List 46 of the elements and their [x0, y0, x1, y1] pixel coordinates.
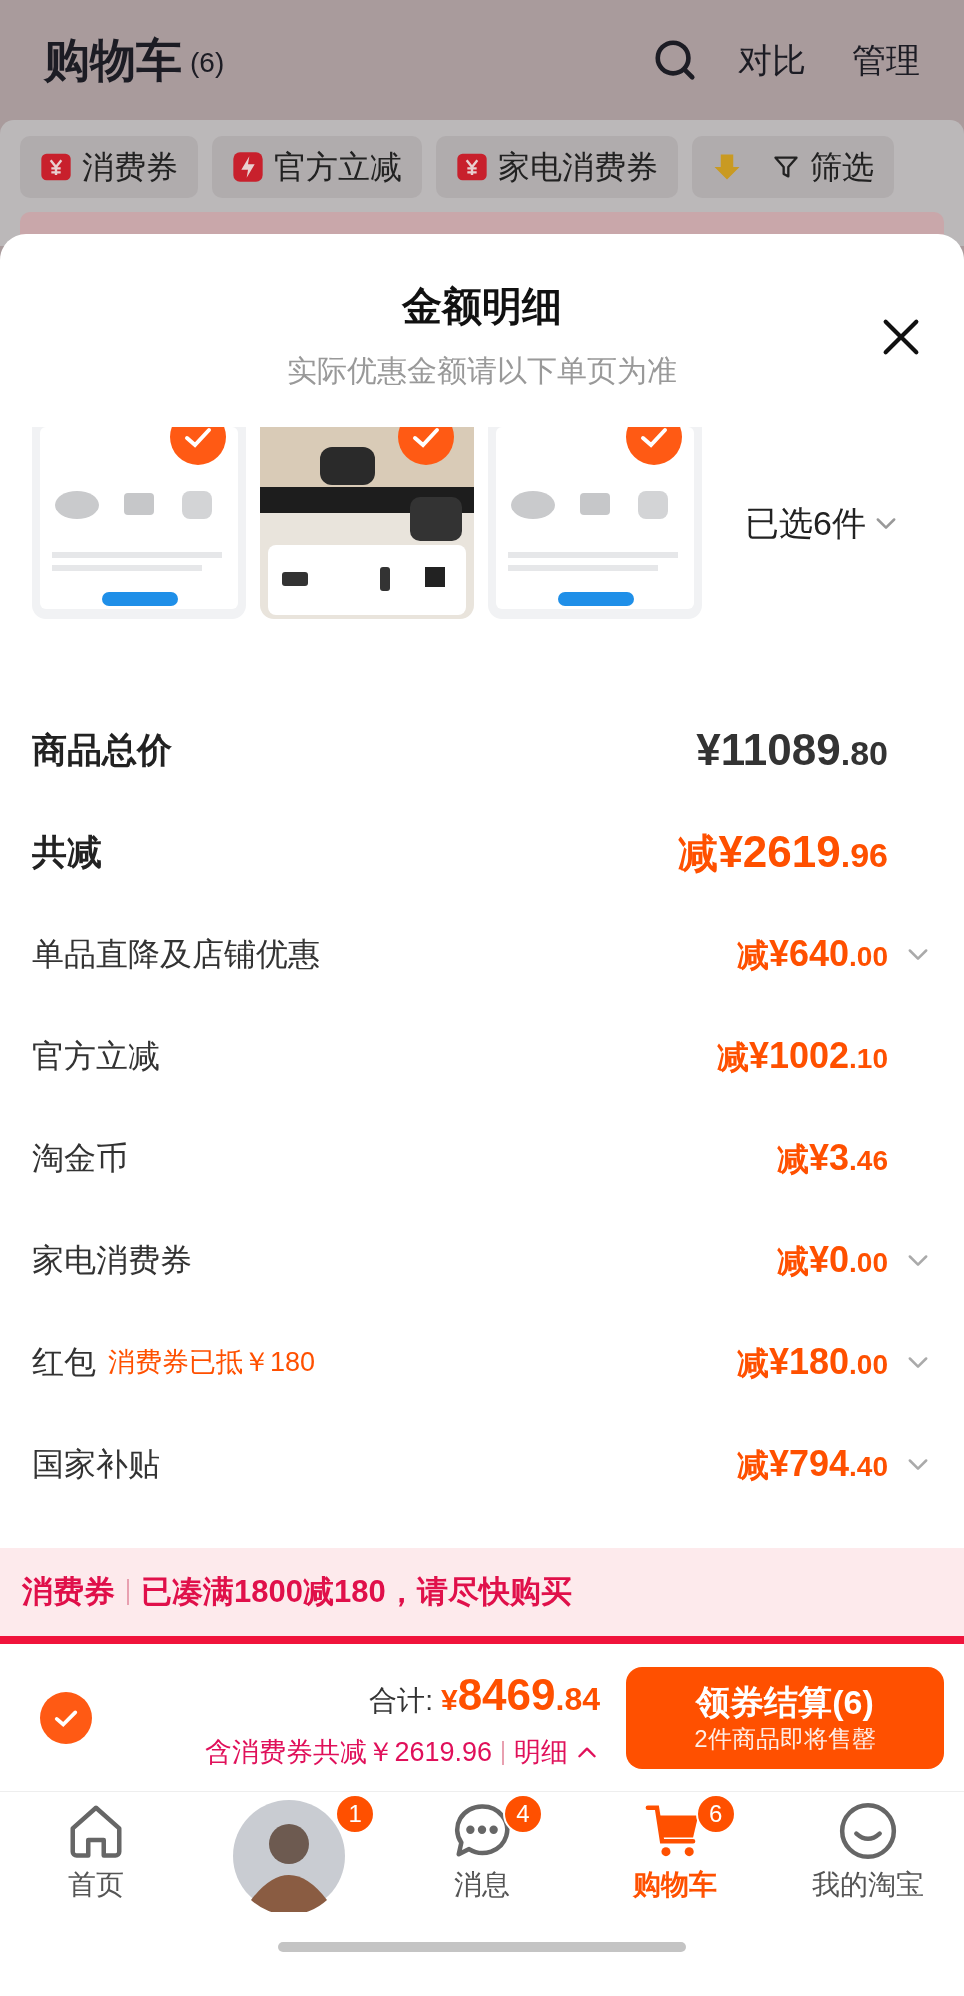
badge: 1 — [335, 1794, 376, 1834]
detail-label: 红包 — [32, 1343, 96, 1382]
badge: 4 — [503, 1794, 543, 1834]
detail-amount: 减¥794.40 — [736, 1442, 888, 1486]
header-action[interactable]: 管理 — [852, 34, 920, 86]
detail-amount: 减¥1002.10 — [716, 1034, 888, 1078]
detail-label: 淘金币 — [32, 1139, 128, 1178]
sheet-subtitle: 实际优惠金额请以下单页为准 — [287, 353, 677, 389]
item-count: (6) — [190, 46, 225, 80]
detail-label: 国家补贴 — [32, 1445, 160, 1484]
coupon-tag: 消费券 — [22, 1568, 115, 1616]
select-all-checkbox[interactable] — [40, 1691, 92, 1744]
tab-item[interactable]: 我的淘宝 — [771, 1800, 964, 1942]
header-action[interactable]: 对比 — [738, 34, 806, 86]
page-title: 购物车 — [44, 32, 182, 88]
coupon-icon — [40, 151, 72, 183]
arrow-down-icon — [712, 152, 742, 182]
selected-count[interactable]: 已选6件 — [745, 497, 866, 549]
detail-note: 消费券已抵￥180 — [108, 1345, 316, 1379]
detail-label: 官方立减 — [32, 1037, 160, 1076]
detail-amount: ¥11089.80 — [696, 724, 888, 776]
avatar-icon — [233, 1800, 346, 1912]
filter-chip[interactable]: 家电消费券 — [436, 136, 678, 198]
detail-amount: 减¥3.46 — [777, 1136, 888, 1180]
coupon-message: 已凑满1800减180，请尽快购买 — [141, 1572, 572, 1611]
saving-text: 含消费券共减￥2619.96 — [205, 1736, 492, 1770]
detail-link[interactable]: 明细 — [514, 1732, 600, 1773]
coupon-icon — [456, 151, 488, 183]
total-label: 合计: — [369, 1684, 433, 1719]
badge: 6 — [695, 1794, 736, 1834]
detail-amount: 减¥0.00 — [777, 1238, 888, 1282]
filter-chip[interactable]: 消费券 — [20, 136, 198, 198]
sheet-title: 金额明细 — [402, 283, 562, 330]
detail-label: 家电消费券 — [32, 1241, 192, 1280]
search-icon[interactable] — [652, 37, 698, 83]
lightning-icon — [232, 151, 264, 183]
total-price: ¥8469.84 — [440, 1669, 600, 1722]
filter-chip[interactable]: 筛选 — [692, 136, 894, 198]
tab-item[interactable]: 首页 — [0, 1800, 193, 1942]
detail-label: 共减 — [32, 830, 102, 873]
filter-chip[interactable]: 官方立减 — [212, 136, 422, 198]
detail-label: 单品直降及店铺优惠 — [32, 935, 320, 974]
detail-amount: 减¥180.00 — [736, 1340, 888, 1384]
detail-label: 商品总价 — [32, 728, 172, 771]
detail-amount: 减¥2619.96 — [678, 826, 888, 878]
detail-amount: 减¥640.00 — [736, 932, 888, 976]
